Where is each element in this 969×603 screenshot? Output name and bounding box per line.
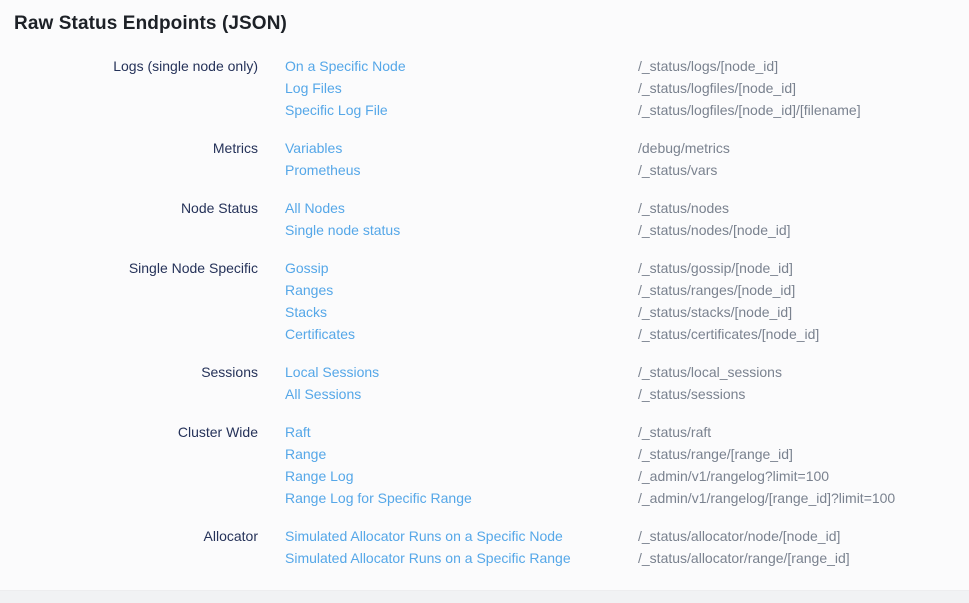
category-label: Node Status bbox=[0, 197, 258, 241]
endpoint-link[interactable]: Log Files bbox=[285, 77, 611, 99]
endpoint-link[interactable]: Specific Log File bbox=[285, 99, 611, 121]
endpoint-path: /_status/ranges/[node_id] bbox=[638, 279, 969, 301]
category-label: Logs (single node only) bbox=[0, 55, 258, 121]
links-column: All NodesSingle node status bbox=[285, 197, 611, 241]
endpoint-link[interactable]: Single node status bbox=[285, 219, 611, 241]
endpoint-link[interactable]: Certificates bbox=[285, 323, 611, 345]
endpoint-path: /debug/metrics bbox=[638, 137, 969, 159]
endpoints-table: Logs (single node only) On a Specific Nod… bbox=[0, 55, 969, 569]
links-column: GossipRangesStacksCertificates bbox=[285, 257, 611, 345]
links-column: On a Specific NodeLog FilesSpecific Log … bbox=[285, 55, 611, 121]
paths-column: /_status/logs/[node_id]/_status/logfiles… bbox=[638, 55, 969, 121]
paths-column: /_status/allocator/node/[node_id]/_statu… bbox=[638, 525, 969, 569]
links-column: Simulated Allocator Runs on a Specific N… bbox=[285, 525, 611, 569]
endpoint-path: /_status/logfiles/[node_id] bbox=[638, 77, 969, 99]
endpoint-path: /_status/gossip/[node_id] bbox=[638, 257, 969, 279]
endpoint-link[interactable]: Ranges bbox=[285, 279, 611, 301]
endpoint-path: /_status/range/[range_id] bbox=[638, 443, 969, 465]
links-column: VariablesPrometheus bbox=[285, 137, 611, 181]
endpoint-link[interactable]: Gossip bbox=[285, 257, 611, 279]
paths-column: /_status/gossip/[node_id]/_status/ranges… bbox=[638, 257, 969, 345]
endpoint-path: /_status/allocator/node/[node_id] bbox=[638, 525, 969, 547]
endpoint-link[interactable]: Local Sessions bbox=[285, 361, 611, 383]
endpoint-path: /_status/nodes/[node_id] bbox=[638, 219, 969, 241]
endpoint-link[interactable]: Simulated Allocator Runs on a Specific N… bbox=[285, 525, 611, 547]
endpoint-section: Logs (single node only) On a Specific Nod… bbox=[0, 55, 969, 121]
endpoint-path: /_status/logfiles/[node_id]/[filename] bbox=[638, 99, 969, 121]
endpoint-section: Node Status All NodesSingle node status /_… bbox=[0, 197, 969, 241]
category-label: Allocator bbox=[0, 525, 258, 569]
endpoint-path: /_status/sessions bbox=[638, 383, 969, 405]
endpoint-link[interactable]: Range Log bbox=[285, 465, 611, 487]
endpoint-link[interactable]: Variables bbox=[285, 137, 611, 159]
endpoint-path: /_status/nodes bbox=[638, 197, 969, 219]
endpoint-link[interactable]: Range bbox=[285, 443, 611, 465]
endpoint-path: /_admin/v1/rangelog/[range_id]?limit=100 bbox=[638, 487, 969, 509]
paths-column: /_status/local_sessions/_status/sessions bbox=[638, 361, 969, 405]
endpoint-path: /_status/allocator/range/[range_id] bbox=[638, 547, 969, 569]
endpoint-link[interactable]: All Sessions bbox=[285, 383, 611, 405]
links-column: RaftRangeRange LogRange Log for Specific… bbox=[285, 421, 611, 509]
category-label: Metrics bbox=[0, 137, 258, 181]
paths-column: /_status/nodes/_status/nodes/[node_id] bbox=[638, 197, 969, 241]
endpoint-path: /_status/certificates/[node_id] bbox=[638, 323, 969, 345]
endpoint-link[interactable]: Prometheus bbox=[285, 159, 611, 181]
endpoint-section: Cluster Wide RaftRangeRange LogRange Log … bbox=[0, 421, 969, 509]
paths-column: /_status/raft/_status/range/[range_id]/_… bbox=[638, 421, 969, 509]
endpoint-path: /_status/vars bbox=[638, 159, 969, 181]
endpoint-link[interactable]: Raft bbox=[285, 421, 611, 443]
category-label: Sessions bbox=[0, 361, 258, 405]
footer-band bbox=[0, 590, 969, 603]
endpoint-path: /_status/logs/[node_id] bbox=[638, 55, 969, 77]
endpoint-path: /_admin/v1/rangelog?limit=100 bbox=[638, 465, 969, 487]
endpoint-link[interactable]: On a Specific Node bbox=[285, 55, 611, 77]
endpoint-path: /_status/raft bbox=[638, 421, 969, 443]
endpoint-link[interactable]: All Nodes bbox=[285, 197, 611, 219]
page-title: Raw Status Endpoints (JSON) bbox=[0, 0, 969, 37]
endpoint-link[interactable]: Range Log for Specific Range bbox=[285, 487, 611, 509]
endpoint-section: Single Node Specific GossipRangesStacksCe… bbox=[0, 257, 969, 345]
endpoint-path: /_status/local_sessions bbox=[638, 361, 969, 383]
links-column: Local SessionsAll Sessions bbox=[285, 361, 611, 405]
category-label: Single Node Specific bbox=[0, 257, 258, 345]
paths-column: /debug/metrics/_status/vars bbox=[638, 137, 969, 181]
category-label: Cluster Wide bbox=[0, 421, 258, 509]
endpoint-section: Metrics VariablesPrometheus/debug/metrics… bbox=[0, 137, 969, 181]
endpoint-section: Sessions Local SessionsAll Sessions /_stat… bbox=[0, 361, 969, 405]
endpoint-link[interactable]: Simulated Allocator Runs on a Specific R… bbox=[285, 547, 611, 569]
endpoint-path: /_status/stacks/[node_id] bbox=[638, 301, 969, 323]
endpoint-section: Allocator Simulated Allocator Runs on a S… bbox=[0, 525, 969, 569]
endpoint-link[interactable]: Stacks bbox=[285, 301, 611, 323]
